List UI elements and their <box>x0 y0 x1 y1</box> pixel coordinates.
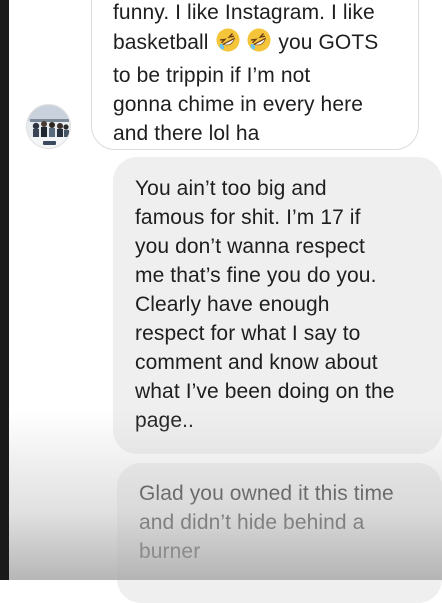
incoming-message-bubble[interactable]: funny. I like Instagram. I like basketba… <box>91 0 419 150</box>
incoming-line-4: gonna chime in every here <box>113 93 363 116</box>
incoming-line-2: basketball <box>113 31 209 54</box>
outgoing-message-bubble[interactable]: You ain’t too big and famous for shit. I… <box>113 157 442 454</box>
avatar-photo-icon <box>27 105 70 148</box>
incoming-line-1: funny. I like Instagram. I like <box>113 1 375 24</box>
sender-avatar[interactable] <box>26 104 71 149</box>
incoming-line-3: to be trippin if I’m not <box>113 64 311 87</box>
outgoing-message-bubble[interactable]: Glad you owned it this time and didn’t h… <box>117 463 442 603</box>
rolling-on-floor-laughing-emoji-icon <box>246 27 272 61</box>
rolling-on-floor-laughing-emoji-icon <box>215 27 241 61</box>
left-screen-edge <box>0 0 9 580</box>
incoming-line-5: and there lol ha <box>113 122 260 145</box>
incoming-line-2b: you GOTS <box>278 31 379 54</box>
